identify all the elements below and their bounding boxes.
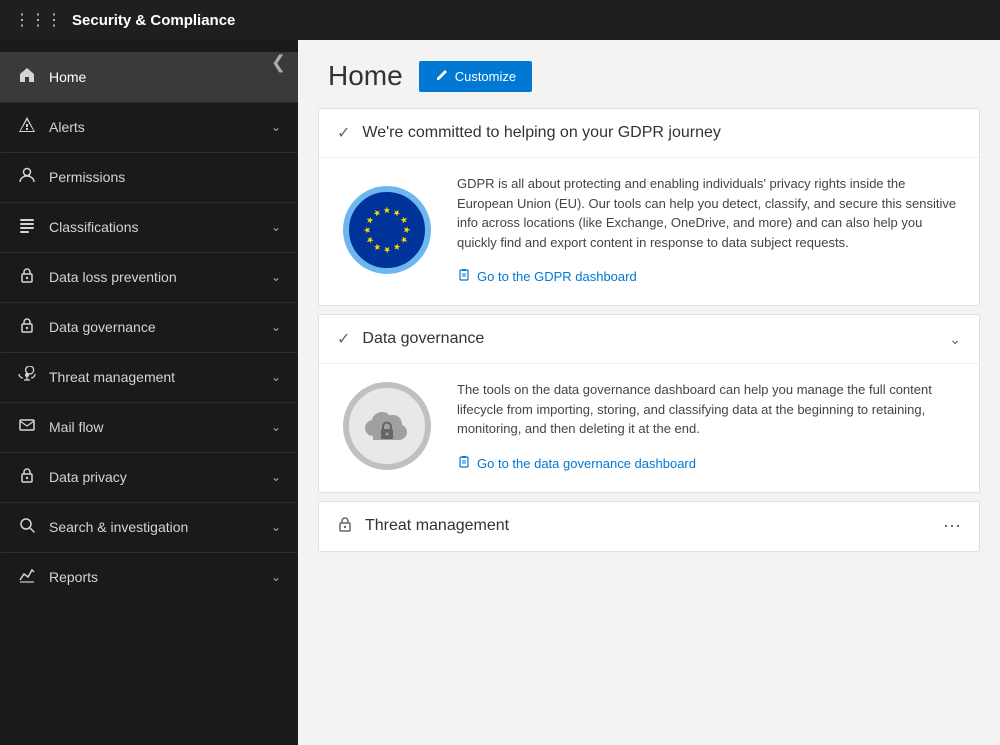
sidebar-item-mail-flow[interactable]: Mail flow ⌄ <box>0 402 298 452</box>
gdpr-card-text: GDPR is all about protecting and enablin… <box>457 174 961 285</box>
gdpr-card: ✓ We're committed to helping on your GDP… <box>318 108 980 306</box>
lock2-icon <box>17 316 37 339</box>
chevron-down-icon: ⌄ <box>271 420 281 434</box>
page-title: Home <box>328 60 403 92</box>
chevron-down-icon: ⌄ <box>271 320 281 334</box>
top-bar: ⋮⋮⋮ Security & Compliance <box>0 0 1000 40</box>
gdpr-link-text: Go to the GDPR dashboard <box>477 269 637 284</box>
sidebar-item-label: Data privacy <box>49 469 271 485</box>
chevron-down-icon: ⌄ <box>271 570 281 584</box>
threat-management-card: Threat management ⋯ <box>318 501 980 552</box>
sidebar-item-permissions[interactable]: Permissions <box>0 152 298 202</box>
biohazard-icon <box>17 366 37 389</box>
mail-icon <box>17 416 37 439</box>
sidebar-item-label: Alerts <box>49 119 271 135</box>
data-governance-card-title: Data governance <box>362 330 949 348</box>
sidebar-item-data-privacy[interactable]: Data privacy ⌄ <box>0 452 298 502</box>
lock-icon <box>17 266 37 289</box>
data-governance-dashboard-link[interactable]: Go to the data governance dashboard <box>457 455 961 472</box>
main-layout: ❮ Home Alerts ⌄ <box>0 40 1000 745</box>
content-header: Home Customize <box>298 40 1000 108</box>
gdpr-dashboard-link[interactable]: Go to the GDPR dashboard <box>457 268 961 285</box>
eu-flag-icon <box>343 186 431 274</box>
data-governance-link-text: Go to the data governance dashboard <box>477 456 696 471</box>
threat-management-card-title: Threat management <box>365 517 943 535</box>
pencil-icon <box>435 68 449 85</box>
home-icon <box>17 66 37 89</box>
sidebar-item-classifications[interactable]: Classifications ⌄ <box>0 202 298 252</box>
app-title: Security & Compliance <box>72 12 235 29</box>
check-icon: ✓ <box>337 123 350 143</box>
customize-button[interactable]: Customize <box>419 61 532 92</box>
gdpr-card-body: GDPR is all about protecting and enablin… <box>319 157 979 305</box>
gdpr-card-title: We're committed to helping on your GDPR … <box>362 124 961 142</box>
sidebar-item-label: Mail flow <box>49 419 271 435</box>
chart-icon <box>17 566 37 589</box>
sidebar-item-data-governance[interactable]: Data governance ⌄ <box>0 302 298 352</box>
lock4-icon <box>337 516 353 537</box>
sidebar-item-reports[interactable]: Reports ⌄ <box>0 552 298 602</box>
cards-area: ✓ We're committed to helping on your GDP… <box>298 108 1000 580</box>
customize-label: Customize <box>455 69 516 84</box>
sidebar-nav: Home Alerts ⌄ <box>0 48 298 602</box>
data-governance-card: ✓ Data governance ⌄ <box>318 314 980 493</box>
chevron-down-icon: ⌄ <box>271 270 281 284</box>
data-governance-card-header[interactable]: ✓ Data governance ⌄ <box>319 315 979 363</box>
person-icon <box>17 166 37 189</box>
gdpr-description: GDPR is all about protecting and enablin… <box>457 174 961 252</box>
sidebar-item-label: Reports <box>49 569 271 585</box>
chevron-down-icon: ⌄ <box>271 220 281 234</box>
eu-flag-icon-area <box>337 174 437 285</box>
sidebar-item-label: Classifications <box>49 219 271 235</box>
data-governance-card-text: The tools on the data governance dashboa… <box>457 380 961 472</box>
sidebar-item-label: Data loss prevention <box>49 269 271 285</box>
sidebar-item-label: Search & investigation <box>49 519 271 535</box>
clipboard-icon <box>457 268 471 285</box>
sidebar-item-alerts[interactable]: Alerts ⌄ <box>0 102 298 152</box>
sidebar-item-label: Data governance <box>49 319 271 335</box>
cloud-lock-icon <box>343 382 431 470</box>
chevron-down-icon: ⌄ <box>271 370 281 384</box>
chevron-down-icon: ⌄ <box>271 470 281 484</box>
sidebar-item-data-loss-prevention[interactable]: Data loss prevention ⌄ <box>0 252 298 302</box>
sidebar-item-home[interactable]: Home <box>0 52 298 102</box>
chevron-down-icon: ⌄ <box>949 331 961 348</box>
sidebar-collapse-button[interactable]: ❮ <box>271 52 286 73</box>
data-governance-description: The tools on the data governance dashboa… <box>457 380 961 439</box>
sidebar-item-label: Threat management <box>49 369 271 385</box>
sidebar: ❮ Home Alerts ⌄ <box>0 40 298 745</box>
cloud-lock-icon-area <box>337 380 437 472</box>
grid-icon: ⋮⋮⋮ <box>14 10 62 30</box>
sidebar-item-threat-management[interactable]: Threat management ⌄ <box>0 352 298 402</box>
chevron-down-icon: ⌄ <box>271 520 281 534</box>
check-icon: ✓ <box>337 329 350 349</box>
alert-icon <box>17 116 37 139</box>
threat-management-card-header[interactable]: Threat management ⋯ <box>319 502 979 551</box>
sidebar-item-search-investigation[interactable]: Search & investigation ⌄ <box>0 502 298 552</box>
list-icon <box>17 216 37 239</box>
sidebar-item-label: Home <box>49 69 281 85</box>
content-area: Home Customize ✓ We're committed to help… <box>298 40 1000 745</box>
lock3-icon <box>17 466 37 489</box>
more-options-icon[interactable]: ⋯ <box>943 516 961 537</box>
chevron-down-icon: ⌄ <box>271 120 281 134</box>
search-icon <box>17 516 37 539</box>
clipboard-icon2 <box>457 455 471 472</box>
sidebar-item-label: Permissions <box>49 169 281 185</box>
gdpr-card-header[interactable]: ✓ We're committed to helping on your GDP… <box>319 109 979 157</box>
data-governance-card-body: The tools on the data governance dashboa… <box>319 363 979 492</box>
